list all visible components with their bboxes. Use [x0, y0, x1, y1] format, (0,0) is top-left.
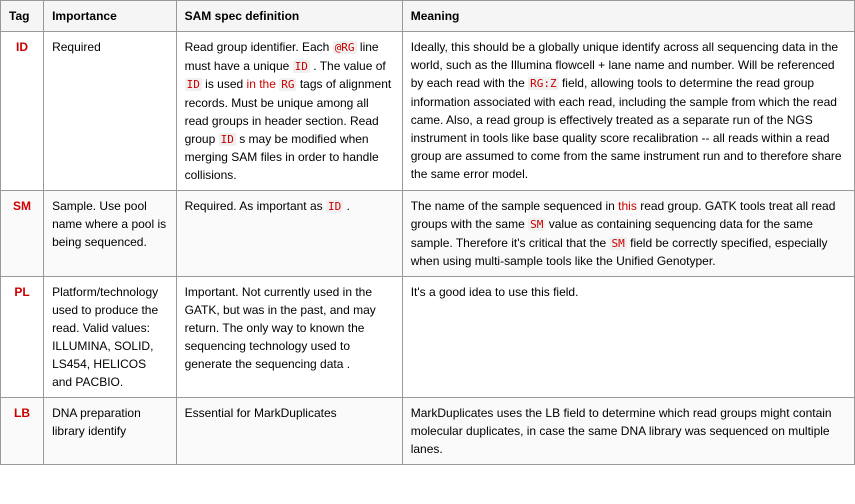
- importance-lb: DNA preparation library identify: [44, 398, 177, 465]
- meaning-pl: It's a good idea to use this field.: [402, 277, 854, 398]
- header-tag: Tag: [1, 1, 44, 32]
- importance-id: Required: [44, 32, 177, 191]
- sam-pl: Important. Not currently used in the GAT…: [176, 277, 402, 398]
- sam-id: Read group identifier. Each @RG line mus…: [176, 32, 402, 191]
- meaning-sm: The name of the sample sequenced in this…: [402, 191, 854, 277]
- tag-lb: LB: [1, 398, 44, 465]
- sam-lb: Essential for MarkDuplicates: [176, 398, 402, 465]
- meaning-id: Ideally, this should be a globally uniqu…: [402, 32, 854, 191]
- table-row: SM Sample. Use pool name where a pool is…: [1, 191, 855, 277]
- header-importance: Importance: [44, 1, 177, 32]
- importance-sm: Sample. Use pool name where a pool is be…: [44, 191, 177, 277]
- header-meaning: Meaning: [402, 1, 854, 32]
- table-row: LB DNA preparation library identify Esse…: [1, 398, 855, 465]
- sam-sm: Required. As important as ID .: [176, 191, 402, 277]
- sam-fields-table: Tag Importance SAM spec definition Meani…: [0, 0, 855, 465]
- importance-pl: Platform/technology used to produce the …: [44, 277, 177, 398]
- tag-pl: PL: [1, 277, 44, 398]
- meaning-lb: MarkDuplicates uses the LB field to dete…: [402, 398, 854, 465]
- table-row: ID Required Read group identifier. Each …: [1, 32, 855, 191]
- tag-sm: SM: [1, 191, 44, 277]
- header-sam-spec: SAM spec definition: [176, 1, 402, 32]
- table-row: PL Platform/technology used to produce t…: [1, 277, 855, 398]
- tag-id: ID: [1, 32, 44, 191]
